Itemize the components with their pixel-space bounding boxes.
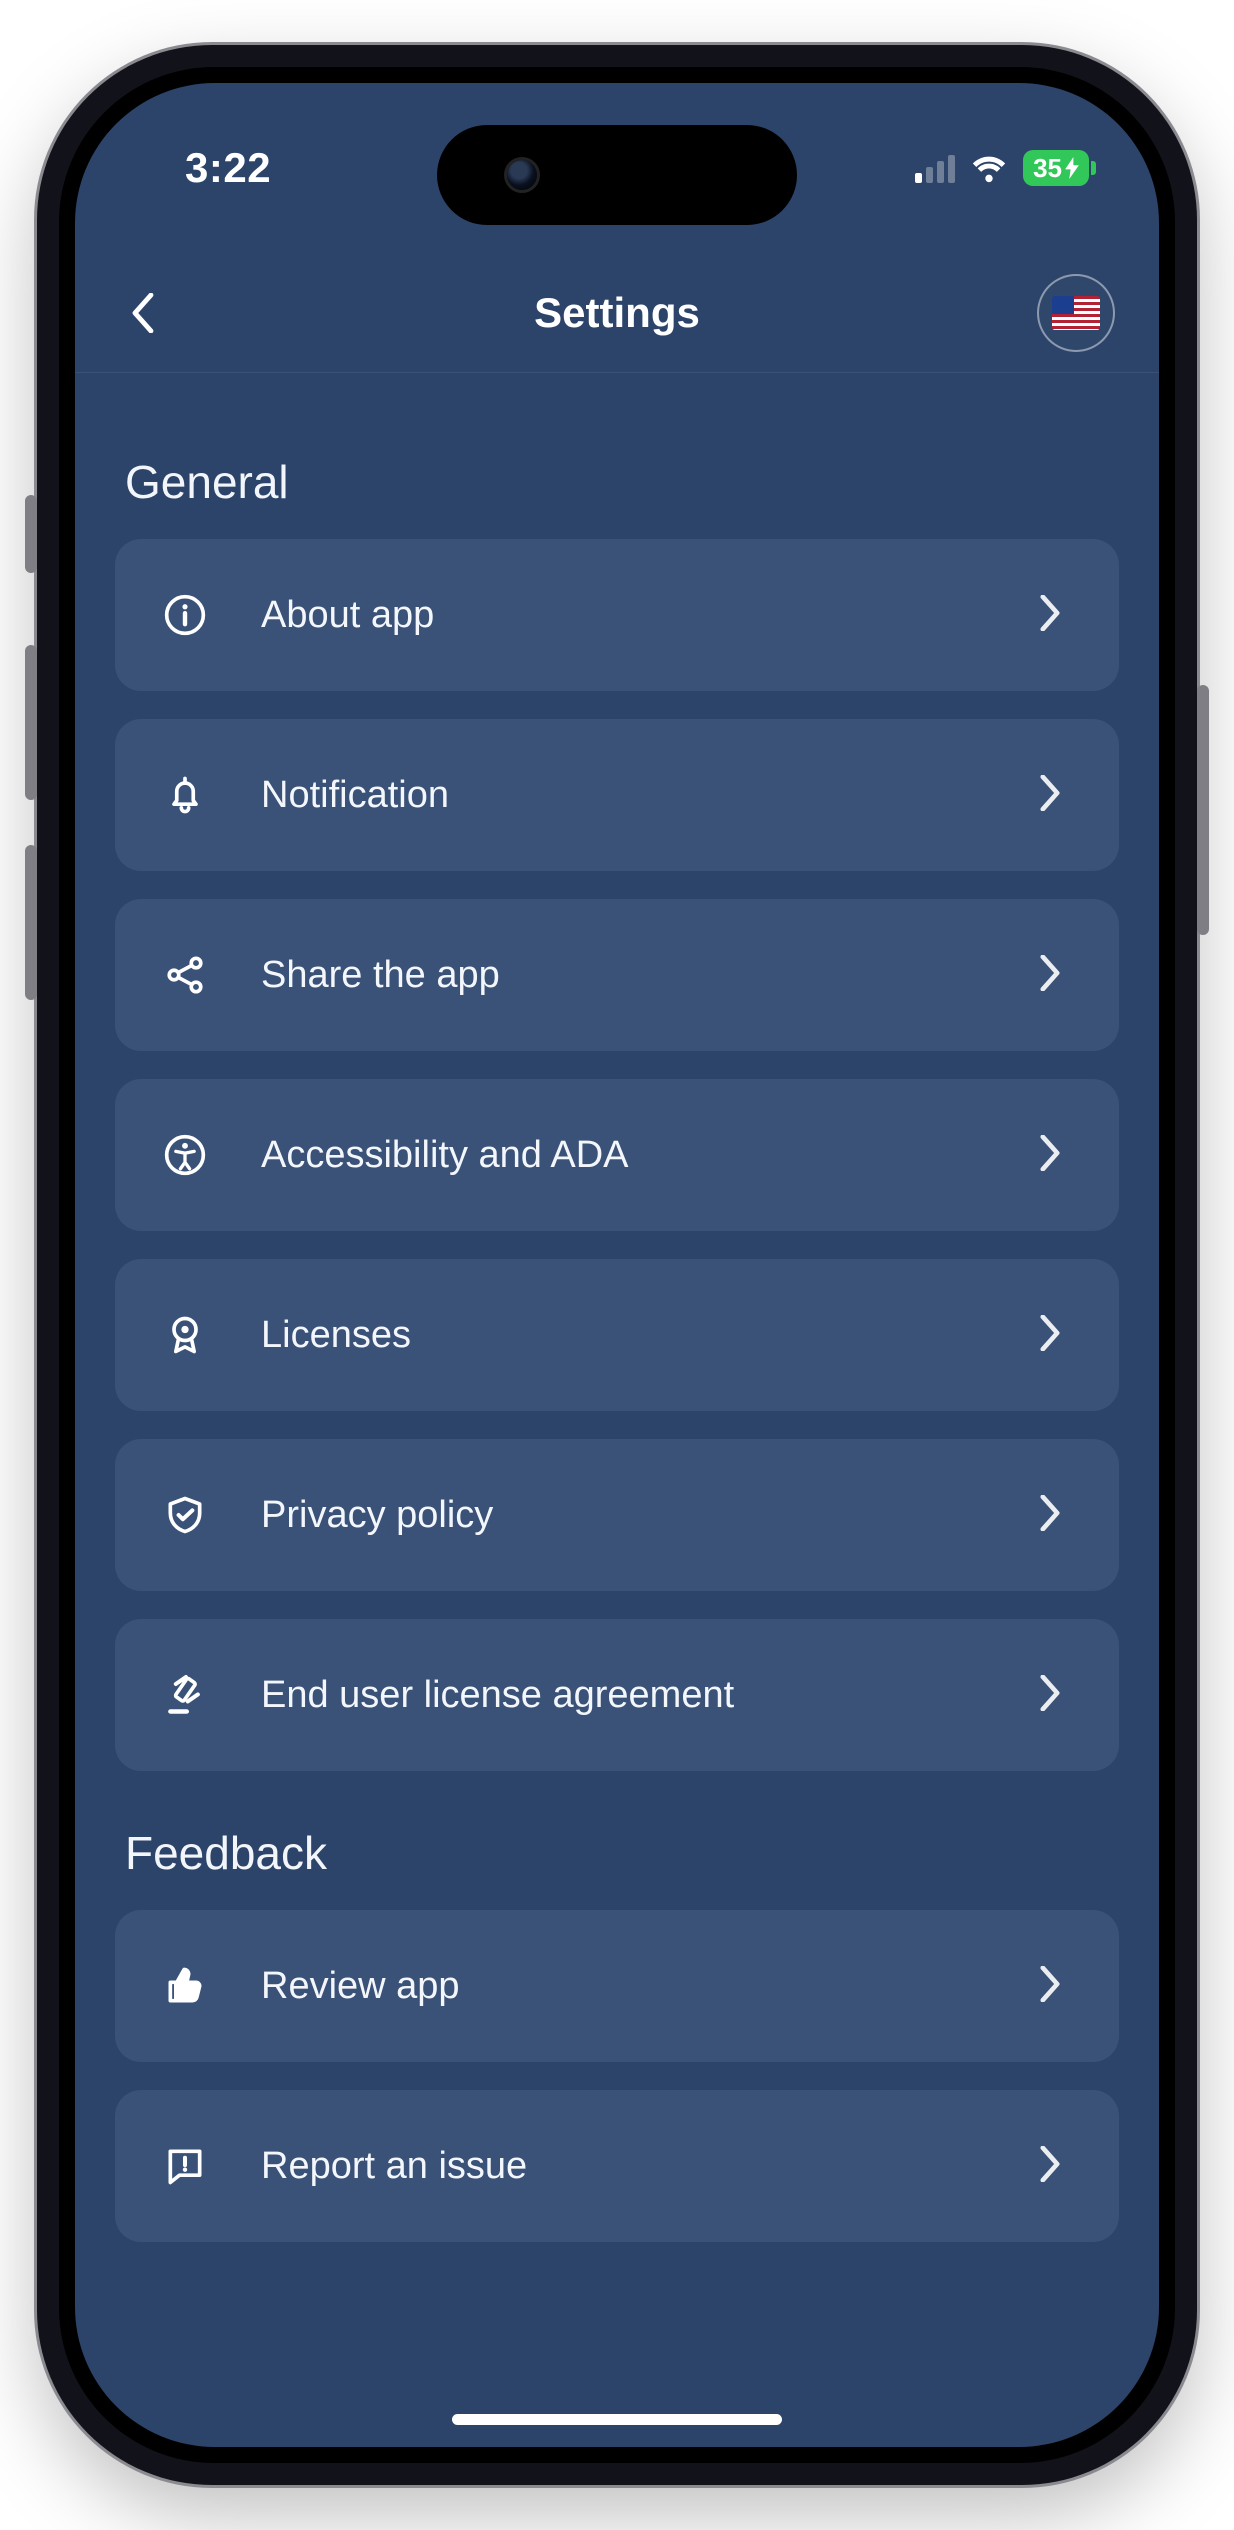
row-licenses[interactable]: Licenses <box>115 1259 1119 1411</box>
row-report-issue[interactable]: Report an issue <box>115 2090 1119 2242</box>
chevron-right-icon <box>1039 2146 1075 2187</box>
front-camera-icon <box>507 160 537 190</box>
row-label: Privacy policy <box>211 1494 1039 1537</box>
settings-content: General About app <box>75 375 1159 2447</box>
screen: 3:22 35 <box>75 83 1159 2447</box>
chevron-left-icon <box>131 293 155 333</box>
gavel-icon <box>159 1669 211 1721</box>
row-label: Accessibility and ADA <box>211 1134 1039 1177</box>
report-issue-icon <box>159 2140 211 2192</box>
battery-indicator: 35 <box>1023 150 1089 186</box>
chevron-right-icon <box>1039 595 1075 636</box>
chevron-right-icon <box>1039 1966 1075 2007</box>
back-button[interactable] <box>119 289 167 337</box>
row-about-app[interactable]: About app <box>115 539 1119 691</box>
home-indicator[interactable] <box>452 2414 782 2425</box>
chevron-right-icon <box>1039 1495 1075 1536</box>
section-header-general: General <box>125 455 1109 509</box>
chevron-right-icon <box>1039 1315 1075 1356</box>
side-button-silent <box>25 495 37 573</box>
app-header: Settings <box>75 253 1159 373</box>
row-notification[interactable]: Notification <box>115 719 1119 871</box>
side-button-volume-up <box>25 645 37 800</box>
page-title: Settings <box>534 289 700 337</box>
row-review-app[interactable]: Review app <box>115 1910 1119 2062</box>
chevron-right-icon <box>1039 775 1075 816</box>
badge-icon <box>159 1309 211 1361</box>
charging-bolt-icon <box>1065 157 1079 179</box>
bell-icon <box>159 769 211 821</box>
row-label: Review app <box>211 1965 1039 2008</box>
row-label: Notification <box>211 774 1039 817</box>
row-share-app[interactable]: Share the app <box>115 899 1119 1051</box>
row-label: Report an issue <box>211 2145 1039 2188</box>
language-button[interactable] <box>1037 274 1115 352</box>
status-time: 3:22 <box>145 144 271 192</box>
chevron-right-icon <box>1039 1135 1075 1176</box>
row-label: About app <box>211 594 1039 637</box>
row-label: Share the app <box>211 954 1039 997</box>
wifi-icon <box>969 153 1009 183</box>
battery-percent: 35 <box>1033 153 1062 184</box>
share-icon <box>159 949 211 1001</box>
flag-us-icon <box>1052 296 1100 330</box>
accessibility-icon <box>159 1129 211 1181</box>
shield-check-icon <box>159 1489 211 1541</box>
dynamic-island <box>437 125 797 225</box>
row-eula[interactable]: End user license agreement <box>115 1619 1119 1771</box>
chevron-right-icon <box>1039 955 1075 996</box>
row-label: Licenses <box>211 1314 1039 1357</box>
row-label: End user license agreement <box>211 1674 1039 1717</box>
chevron-right-icon <box>1039 1675 1075 1716</box>
section-header-feedback: Feedback <box>125 1826 1109 1880</box>
row-accessibility[interactable]: Accessibility and ADA <box>115 1079 1119 1231</box>
side-button-volume-down <box>25 845 37 1000</box>
thumbs-up-icon <box>159 1960 211 2012</box>
phone-frame: 3:22 35 <box>37 45 1197 2485</box>
side-button-power <box>1197 685 1209 935</box>
row-privacy-policy[interactable]: Privacy policy <box>115 1439 1119 1591</box>
cellular-signal-icon <box>915 153 955 183</box>
info-icon <box>159 589 211 641</box>
